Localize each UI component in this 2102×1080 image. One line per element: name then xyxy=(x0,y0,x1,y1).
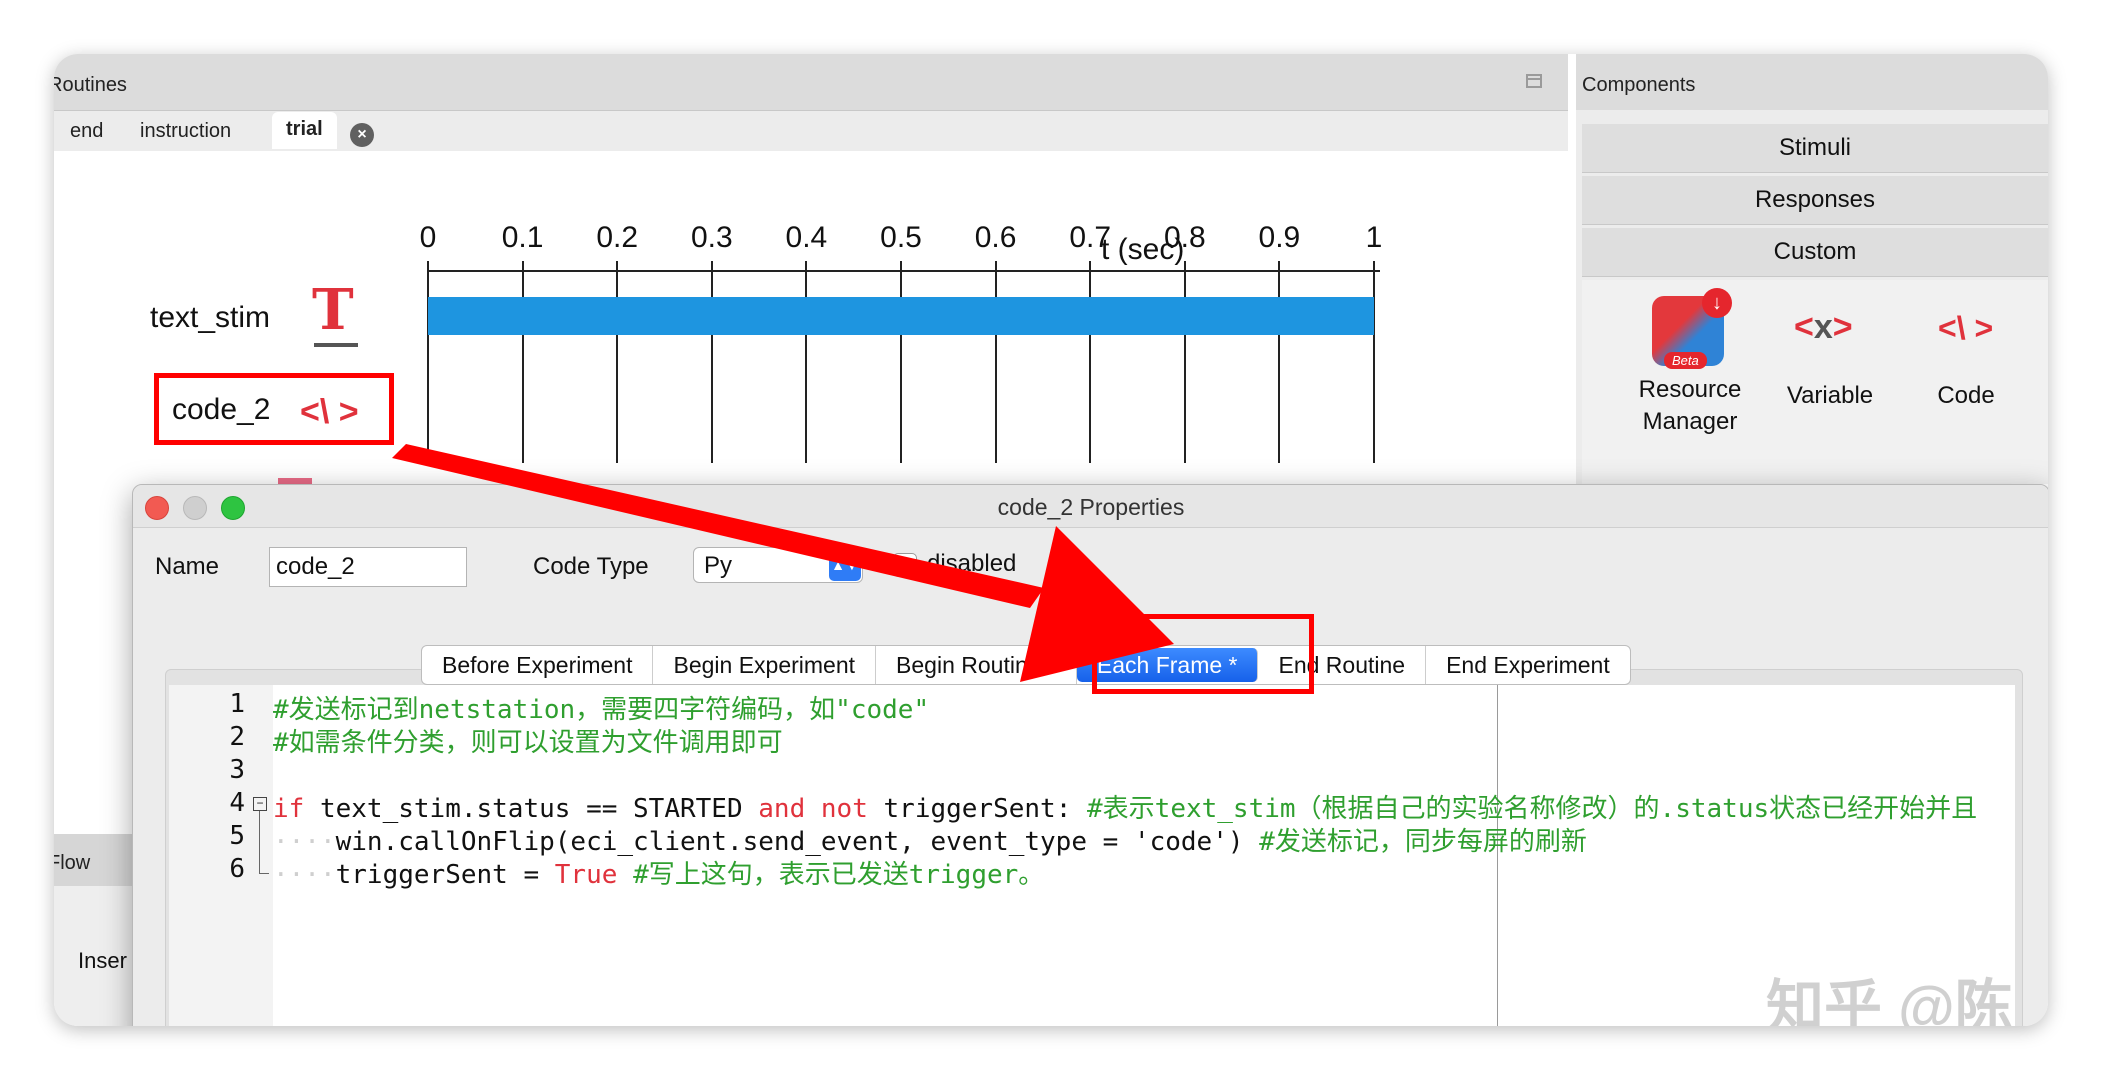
arrow-shaft xyxy=(392,444,1044,608)
screenshot: Routines end instruction trial × 0 0.1 0.2… xyxy=(54,54,2048,1026)
annotation-arrow xyxy=(392,444,1174,682)
watermark: 知乎 @陈锐 xyxy=(1766,975,2013,1026)
arrow-head xyxy=(1020,526,1174,682)
